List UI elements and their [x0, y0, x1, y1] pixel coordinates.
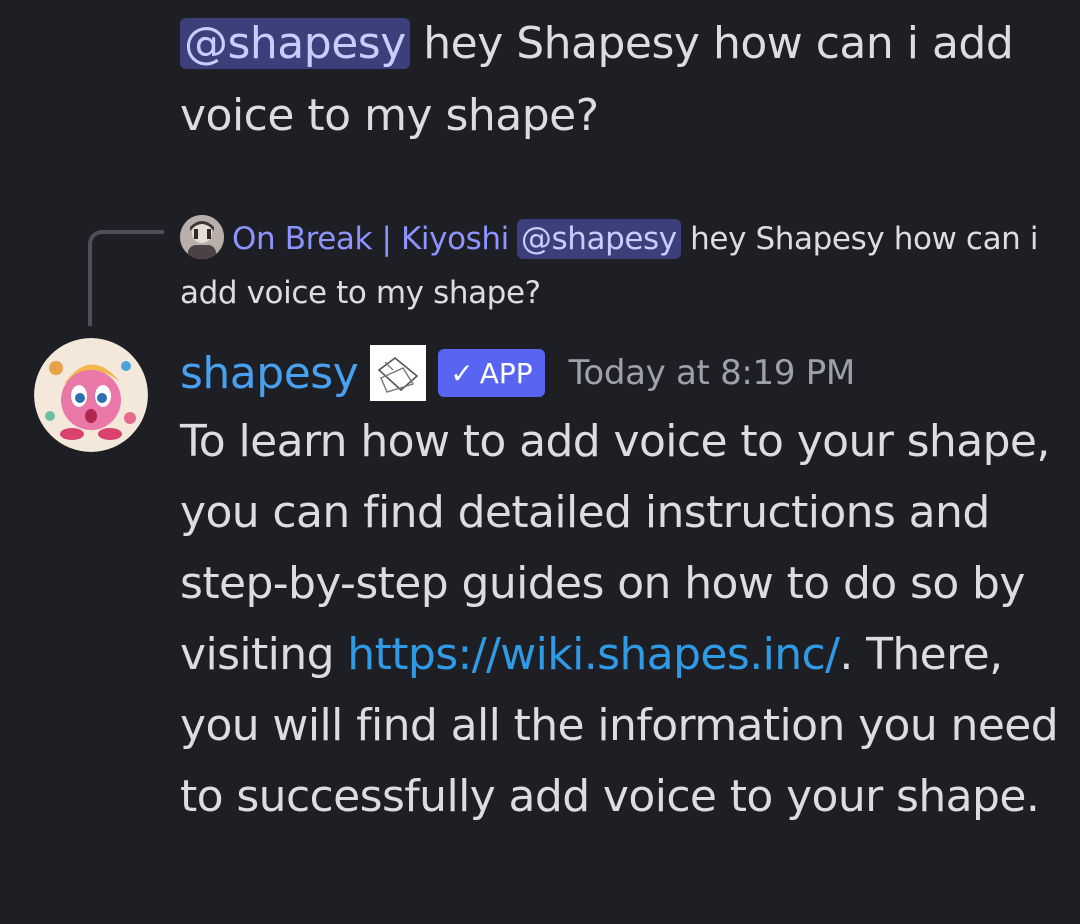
shapesy-avatar[interactable] [34, 338, 148, 452]
message-header: shapesy ✓ APP Today at 8:19 PM [180, 342, 855, 404]
app-badge: ✓ APP [438, 349, 545, 397]
shape-icon [370, 345, 427, 401]
reply-author-avatar[interactable] [180, 215, 224, 259]
reply-mention-shapesy[interactable]: @shapesy [516, 219, 681, 259]
author-username[interactable]: shapesy [180, 348, 359, 399]
previous-message: @shapesy hey Shapesy how can i add voice… [180, 8, 1060, 152]
reply-author-name[interactable]: On Break | Kiyoshi [232, 221, 509, 257]
checkmark-icon: ✓ [450, 356, 474, 390]
reply-connector [88, 230, 164, 326]
message-timestamp[interactable]: Today at 8:19 PM [569, 353, 856, 393]
mention-shapesy[interactable]: @shapesy [180, 18, 410, 69]
message-body: To learn how to add voice to your shape,… [180, 406, 1060, 832]
wiki-link[interactable]: https://wiki.shapes.inc/ [347, 629, 840, 680]
app-badge-label: APP [479, 356, 533, 390]
reply-preview[interactable]: On Break | Kiyoshi @shapesy hey Shapesy h… [180, 212, 1060, 320]
